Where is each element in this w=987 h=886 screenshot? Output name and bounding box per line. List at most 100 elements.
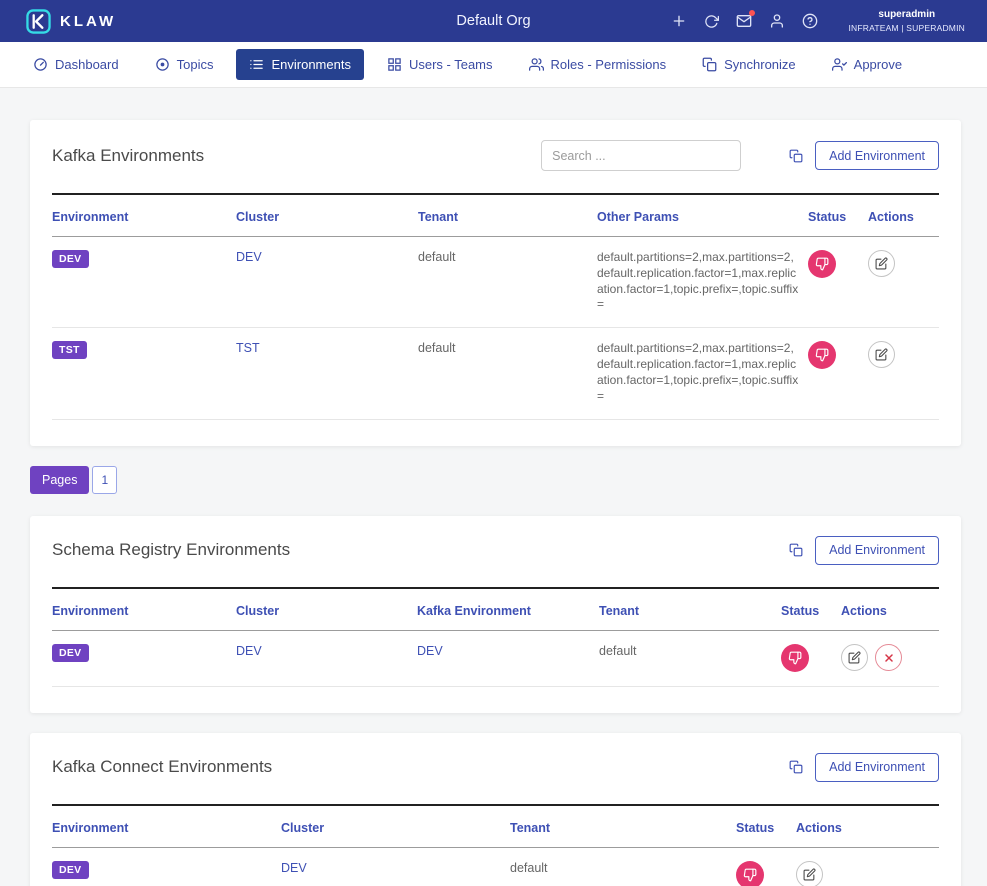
column-header: Actions: [796, 805, 939, 848]
tab-label: Roles - Permissions: [551, 57, 667, 72]
add-environment-button[interactable]: Add Environment: [815, 141, 939, 170]
user-menu[interactable]: superadmin INFRATEAM | SUPERADMIN: [849, 7, 966, 35]
topbar: KLAW Default Org superadmin INFRATEAM: [0, 0, 987, 42]
column-header: Status: [736, 805, 796, 848]
environment-badge: DEV: [52, 250, 89, 268]
tenant-label: default: [599, 644, 637, 658]
approve-user-check-icon: [832, 57, 847, 72]
main-content: Kafka Environments Add Environment Envir…: [0, 88, 987, 886]
tab-approve[interactable]: Approve: [819, 49, 915, 80]
tab-topics[interactable]: Topics: [142, 49, 227, 80]
kafka-connect-environments-card: Kafka Connect Environments Add Environme…: [30, 733, 961, 886]
environment-badge: DEV: [52, 861, 89, 879]
add-environment-button[interactable]: Add Environment: [815, 536, 939, 565]
schema-registry-environments-card: Schema Registry Environments Add Environ…: [30, 516, 961, 713]
delete-button[interactable]: [875, 644, 902, 671]
kafka-environment-link[interactable]: DEV: [417, 644, 443, 658]
copy-table-icon[interactable]: [789, 149, 803, 163]
synchronize-copy-icon: [702, 57, 717, 72]
brand[interactable]: KLAW: [26, 9, 116, 34]
column-header: Kafka Environment: [417, 588, 599, 631]
status-thumbs-down-button[interactable]: [736, 861, 764, 886]
klaw-logo-icon: [26, 9, 51, 34]
table-row: DEV DEV DEV default: [52, 630, 939, 686]
user-icon[interactable]: [769, 13, 785, 29]
tenant-label: default: [418, 341, 456, 355]
edit-button[interactable]: [868, 250, 895, 277]
tab-dashboard[interactable]: Dashboard: [20, 49, 132, 80]
table-row: TST TST default default.partitions=2,max…: [52, 328, 939, 419]
column-header: Actions: [868, 194, 939, 237]
table-row: DEV DEV default: [52, 847, 939, 886]
edit-button[interactable]: [841, 644, 868, 671]
column-header: Tenant: [418, 194, 597, 237]
tab-label: Users - Teams: [409, 57, 493, 72]
kafka-environments-card: Kafka Environments Add Environment Envir…: [30, 120, 961, 446]
cluster-link[interactable]: DEV: [281, 861, 307, 875]
column-header: Actions: [841, 588, 939, 631]
column-header: Status: [781, 588, 841, 631]
teams-grid-icon: [387, 57, 402, 72]
help-icon[interactable]: [802, 13, 818, 29]
column-header: Cluster: [236, 194, 418, 237]
status-thumbs-down-button[interactable]: [781, 644, 809, 672]
roles-users-icon: [529, 57, 544, 72]
column-header: Tenant: [599, 588, 781, 631]
user-team: INFRATEAM | SUPERADMIN: [849, 22, 966, 35]
column-header: Environment: [52, 588, 236, 631]
page-number-button[interactable]: 1: [92, 466, 117, 494]
add-environment-button[interactable]: Add Environment: [815, 753, 939, 782]
copy-table-icon[interactable]: [789, 543, 803, 557]
column-header: Tenant: [510, 805, 736, 848]
tab-label: Dashboard: [55, 57, 119, 72]
environments-icon: [249, 57, 264, 72]
tenant-label: default: [418, 250, 456, 264]
column-header: Status: [808, 194, 868, 237]
status-thumbs-down-button[interactable]: [808, 341, 836, 369]
column-header: Cluster: [281, 805, 510, 848]
card-title: Kafka Environments: [52, 146, 204, 166]
card-title: Schema Registry Environments: [52, 540, 290, 560]
copy-table-icon[interactable]: [789, 760, 803, 774]
plus-icon[interactable]: [671, 13, 687, 29]
cluster-link[interactable]: DEV: [236, 250, 262, 264]
schema-registry-table: Environment Cluster Kafka Environment Te…: [52, 587, 939, 687]
other-params: default.partitions=2,max.partitions=2,de…: [597, 341, 799, 404]
environment-badge: TST: [52, 341, 87, 359]
environment-badge: DEV: [52, 644, 89, 662]
other-params: default.partitions=2,max.partitions=2,de…: [597, 250, 799, 313]
tenant-label: default: [510, 861, 548, 875]
card-title: Kafka Connect Environments: [52, 757, 272, 777]
mail-icon[interactable]: [736, 13, 752, 29]
column-header: Other Params: [597, 194, 808, 237]
search-input[interactable]: [541, 140, 741, 171]
notification-dot: [749, 10, 755, 16]
user-name: superadmin: [849, 7, 966, 22]
tab-synchronize[interactable]: Synchronize: [689, 49, 809, 80]
table-row: DEV DEV default default.partitions=2,max…: [52, 237, 939, 328]
main-nav: Dashboard Topics Environments Users - Te…: [0, 42, 987, 88]
topbar-actions: superadmin INFRATEAM | SUPERADMIN: [671, 7, 966, 35]
tab-label: Approve: [854, 57, 902, 72]
tab-label: Environments: [271, 57, 350, 72]
gauge-icon: [33, 57, 48, 72]
tab-label: Topics: [177, 57, 214, 72]
tab-environments[interactable]: Environments: [236, 49, 363, 80]
column-header: Cluster: [236, 588, 417, 631]
status-thumbs-down-button[interactable]: [808, 250, 836, 278]
tab-label: Synchronize: [724, 57, 796, 72]
edit-button[interactable]: [796, 861, 823, 886]
pagination: Pages 1: [30, 466, 961, 494]
page: KLAW Default Org superadmin INFRATEAM: [0, 0, 987, 886]
topics-icon: [155, 57, 170, 72]
column-header: Environment: [52, 194, 236, 237]
pages-label: Pages: [30, 466, 89, 494]
column-header: Environment: [52, 805, 281, 848]
tab-users-teams[interactable]: Users - Teams: [374, 49, 506, 80]
edit-button[interactable]: [868, 341, 895, 368]
cluster-link[interactable]: TST: [236, 341, 260, 355]
tab-roles-permissions[interactable]: Roles - Permissions: [516, 49, 680, 80]
cluster-link[interactable]: DEV: [236, 644, 262, 658]
org-title: Default Org: [456, 13, 530, 29]
refresh-icon[interactable]: [704, 14, 719, 29]
